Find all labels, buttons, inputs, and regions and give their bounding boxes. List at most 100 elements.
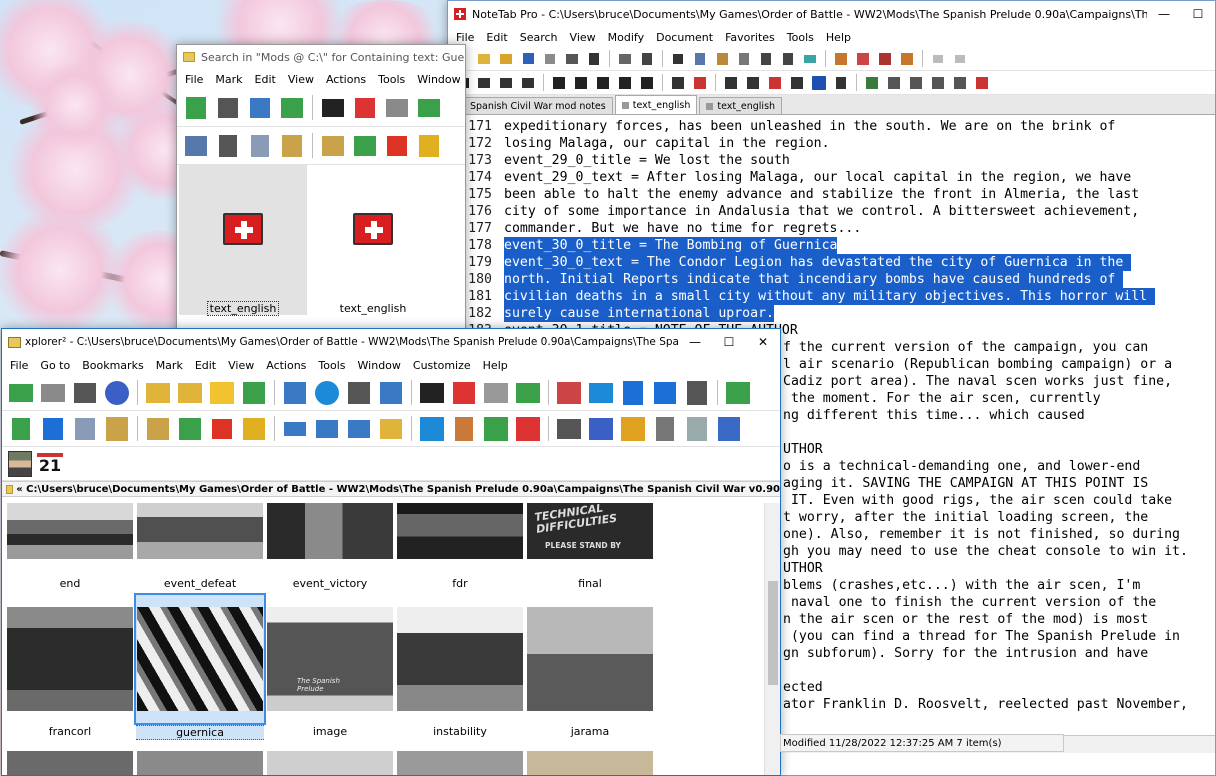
line-text[interactable]: north. Initial Reports indicate that inc…: [504, 271, 1124, 288]
notetab-menu-edit[interactable]: Edit: [480, 31, 513, 44]
notetab-menu-help[interactable]: Help: [820, 31, 857, 44]
thumbnail-image[interactable]: The Spanish Prelude image: [266, 597, 394, 738]
thumbnail-view-icon[interactable]: [375, 377, 407, 409]
xplorer-menu-mark[interactable]: Mark: [150, 359, 189, 372]
open-folder-icon[interactable]: [495, 48, 517, 70]
go-file-icon[interactable]: [238, 377, 270, 409]
line-text[interactable]: city of some importance in Andalusia tha…: [504, 203, 1139, 220]
print-preview-icon[interactable]: [614, 48, 636, 70]
line-text[interactable]: event_30_0_text = The Condor Legion has …: [504, 254, 1132, 271]
notetab-menu-document[interactable]: Document: [650, 31, 719, 44]
copy-folder-icon[interactable]: [317, 130, 349, 162]
copy-to-icon[interactable]: [142, 413, 174, 445]
result-file-2[interactable]: text_english: [309, 165, 437, 315]
line-text[interactable]: ng different this time... which caused: [783, 408, 1085, 423]
dual-pane-icon[interactable]: [343, 413, 375, 445]
up-folder-icon[interactable]: [180, 92, 212, 124]
line-text[interactable]: been able to halt the enemy advance and …: [504, 186, 1139, 203]
sort-desc-icon[interactable]: [689, 72, 711, 94]
result-file-1[interactable]: text_english: [179, 165, 307, 316]
table-icon[interactable]: [883, 72, 905, 94]
redo-icon[interactable]: [949, 48, 971, 70]
line-text[interactable]: one). Also, remember it is not finished,…: [783, 527, 1180, 542]
line-text[interactable]: event_29_0_title = We lost the south: [504, 152, 790, 169]
address-bar[interactable]: « C:\Users\bruce\Documents\My Games\Orde…: [2, 481, 780, 497]
folder-icon[interactable]: [206, 377, 238, 409]
thumbnail-view-icon[interactable]: [244, 92, 276, 124]
line-text[interactable]: IT. Even with good rigs, the air scen co…: [783, 493, 1172, 508]
line-text[interactable]: l air scenario (Republican bombing campa…: [783, 357, 1172, 372]
line-text[interactable]: ected: [783, 680, 823, 695]
chart-icon[interactable]: [971, 72, 993, 94]
bracket-icon[interactable]: [830, 48, 852, 70]
thumbnail-guernica[interactable]: guernica: [134, 593, 266, 740]
back-arrow-icon[interactable]: [5, 377, 37, 409]
move-folder-icon[interactable]: [349, 130, 381, 162]
notepad-icon[interactable]: [649, 413, 681, 445]
recycle-icon[interactable]: [413, 130, 445, 162]
scrollbar-thumb[interactable]: [768, 581, 778, 685]
thumbnail-partial[interactable]: [136, 751, 264, 775]
key-icon[interactable]: [617, 413, 649, 445]
refresh-icon[interactable]: [311, 377, 343, 409]
line-text[interactable]: (you can find a thread for The Spanish P…: [783, 629, 1180, 644]
xplorer-menu-file[interactable]: File: [4, 359, 34, 372]
case-icon[interactable]: [720, 72, 742, 94]
sort-asc-icon[interactable]: [667, 72, 689, 94]
print-icon[interactable]: [561, 48, 583, 70]
chart-view-icon[interactable]: [276, 92, 308, 124]
chart-icon[interactable]: [722, 377, 754, 409]
grid-icon[interactable]: [852, 48, 874, 70]
line-text[interactable]: expeditionary forces, has been unleashed…: [504, 118, 1115, 135]
book-icon[interactable]: [949, 72, 971, 94]
split-horizontal-icon[interactable]: [279, 377, 311, 409]
notetab-menu-file[interactable]: File: [450, 31, 480, 44]
search-titlebar[interactable]: Search in "Mods @ C:\" for Containing te…: [177, 45, 465, 69]
delete-icon[interactable]: [206, 413, 238, 445]
thumbnail-end[interactable]: end: [6, 503, 134, 590]
copy-icon[interactable]: [689, 48, 711, 70]
search-menu-window[interactable]: Window: [411, 73, 465, 86]
close-button[interactable]: ✕: [746, 329, 780, 355]
browse-folder-icon[interactable]: [174, 377, 206, 409]
address-icon[interactable]: [69, 377, 101, 409]
paste-icon[interactable]: [101, 413, 133, 445]
download-arrow-icon[interactable]: [617, 377, 649, 409]
move-to-icon[interactable]: [174, 413, 206, 445]
tab-2[interactable]: text_english: [614, 95, 698, 114]
details-view-icon[interactable]: [212, 92, 244, 124]
save-icon[interactable]: [539, 48, 561, 70]
thumbnail-event_victory[interactable]: event_victory: [266, 503, 394, 590]
binoculars-icon[interactable]: [317, 92, 349, 124]
html-icon[interactable]: [861, 72, 883, 94]
copy-to-icon[interactable]: [180, 130, 212, 162]
thumbnail-partial[interactable]: [266, 751, 394, 775]
thumbnail-final[interactable]: TECHNICAL DIFFICULTIES PLEASE STAND BY fin…: [526, 503, 654, 590]
align-icon[interactable]: [636, 72, 658, 94]
save-all-icon[interactable]: [517, 48, 539, 70]
thumbnail-instability[interactable]: instability: [396, 597, 524, 738]
xplorer-menu-customize[interactable]: Customize: [407, 359, 477, 372]
line-text[interactable]: Cadiz port area). The naval scen works j…: [783, 374, 1172, 389]
find-prev-icon[interactable]: [495, 72, 517, 94]
paragraph-icon[interactable]: [830, 72, 852, 94]
line-text[interactable]: event_30_0_title = The Bombing of Guerni…: [504, 237, 838, 254]
line-text[interactable]: civilian deaths in a small city without …: [504, 288, 1156, 305]
indent-icon[interactable]: [592, 72, 614, 94]
line-text[interactable]: n the air scen or the rest of the mod) i…: [783, 612, 1148, 627]
xplorer-menu-help[interactable]: Help: [477, 359, 514, 372]
recycle-bin-icon[interactable]: [681, 413, 713, 445]
line-text[interactable]: surely cause international uproar.: [504, 305, 774, 322]
sentence-case-icon[interactable]: [764, 72, 786, 94]
open-pane-icon[interactable]: [375, 413, 407, 445]
open-file-icon[interactable]: [473, 48, 495, 70]
cut-icon[interactable]: [667, 48, 689, 70]
search-menu-edit[interactable]: Edit: [249, 73, 282, 86]
filter-icon[interactable]: [480, 377, 512, 409]
globe-icon[interactable]: [101, 377, 133, 409]
line-text[interactable]: the moment. For the air scen, currently: [783, 391, 1101, 406]
color-grid-icon[interactable]: [480, 413, 512, 445]
binoculars-icon[interactable]: [416, 377, 448, 409]
forward-arrow-icon[interactable]: [37, 377, 69, 409]
xplorer-menu-edit[interactable]: Edit: [189, 359, 222, 372]
